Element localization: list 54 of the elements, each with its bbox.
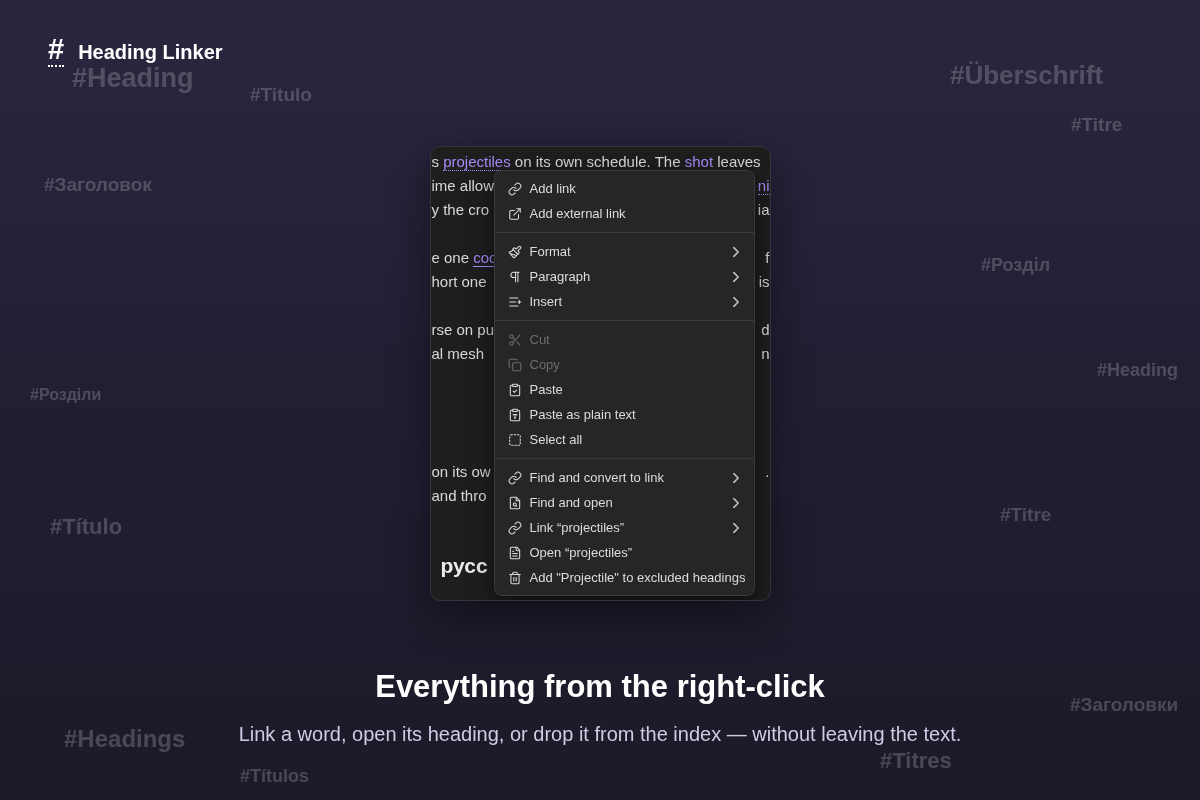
chevron-right-icon (732, 497, 739, 508)
menu-item[interactable]: Find and convert to link (494, 465, 754, 490)
menu-item[interactable]: Select all (494, 427, 754, 452)
clipboard-check-icon (507, 382, 522, 397)
file-text-icon (507, 545, 522, 560)
menu-item[interactable]: Paragraph (494, 264, 754, 289)
document-text: d (761, 320, 770, 340)
menu-item[interactable]: Paste as plain text (494, 402, 754, 427)
link-icon (507, 520, 522, 535)
menu-item[interactable]: Add "Projectile" to excluded headings (494, 565, 754, 590)
document-text: ia (757, 200, 770, 220)
menu-item[interactable]: Format (494, 239, 754, 264)
document-text: ime allow (431, 176, 495, 196)
heading-link[interactable]: shot (684, 153, 714, 170)
link-icon (507, 470, 522, 485)
document-text: . (765, 462, 770, 482)
app-title: Heading Linker (78, 41, 223, 64)
chevron-right-icon (732, 472, 739, 483)
copy-icon (507, 357, 522, 372)
hero-subtitle: Link a word, open its heading, or drop it from the index — without leaving the text. (238, 722, 962, 747)
clipboard-text-icon (507, 407, 522, 422)
document-text: hort one (431, 272, 487, 292)
paintbrush-icon (507, 244, 522, 259)
document-text: n (761, 344, 770, 364)
document-text: and thro (431, 486, 487, 506)
menu-item[interactable]: Link “projectiles” (494, 515, 754, 540)
document-text: y the cro (431, 200, 490, 220)
menu-item[interactable]: Add external link (494, 201, 754, 226)
document-text: on its ow (431, 462, 491, 482)
chevron-right-icon (732, 522, 739, 533)
chevron-right-icon (732, 271, 739, 282)
chevron-right-icon (732, 296, 739, 307)
menu-item[interactable]: Insert (494, 289, 754, 314)
document-text: is (758, 272, 770, 292)
logo-mark: # (48, 33, 65, 67)
hero-title: Everything from the right-click (375, 668, 825, 706)
menu-item[interactable]: Paste (494, 377, 754, 402)
file-search-icon (507, 495, 522, 510)
document-text: rse on pu (431, 320, 495, 340)
trash-icon (507, 570, 522, 585)
chevron-right-icon (732, 246, 739, 257)
document-heading: русс (439, 553, 488, 579)
pilcrow-icon (507, 269, 522, 284)
document-text: al mesh (431, 344, 485, 364)
menu-item[interactable]: Add link (494, 176, 754, 201)
insert-lines-icon (507, 294, 522, 309)
menu-item[interactable]: Open “projectiles” (494, 540, 754, 565)
document-text: f (765, 248, 770, 268)
link-icon (507, 181, 522, 196)
external-link-icon (507, 206, 522, 221)
menu-item[interactable]: Find and open (494, 490, 754, 515)
dashed-square-icon (507, 432, 522, 447)
scissors-icon (507, 332, 522, 347)
heading-link[interactable]: ni (757, 177, 770, 195)
